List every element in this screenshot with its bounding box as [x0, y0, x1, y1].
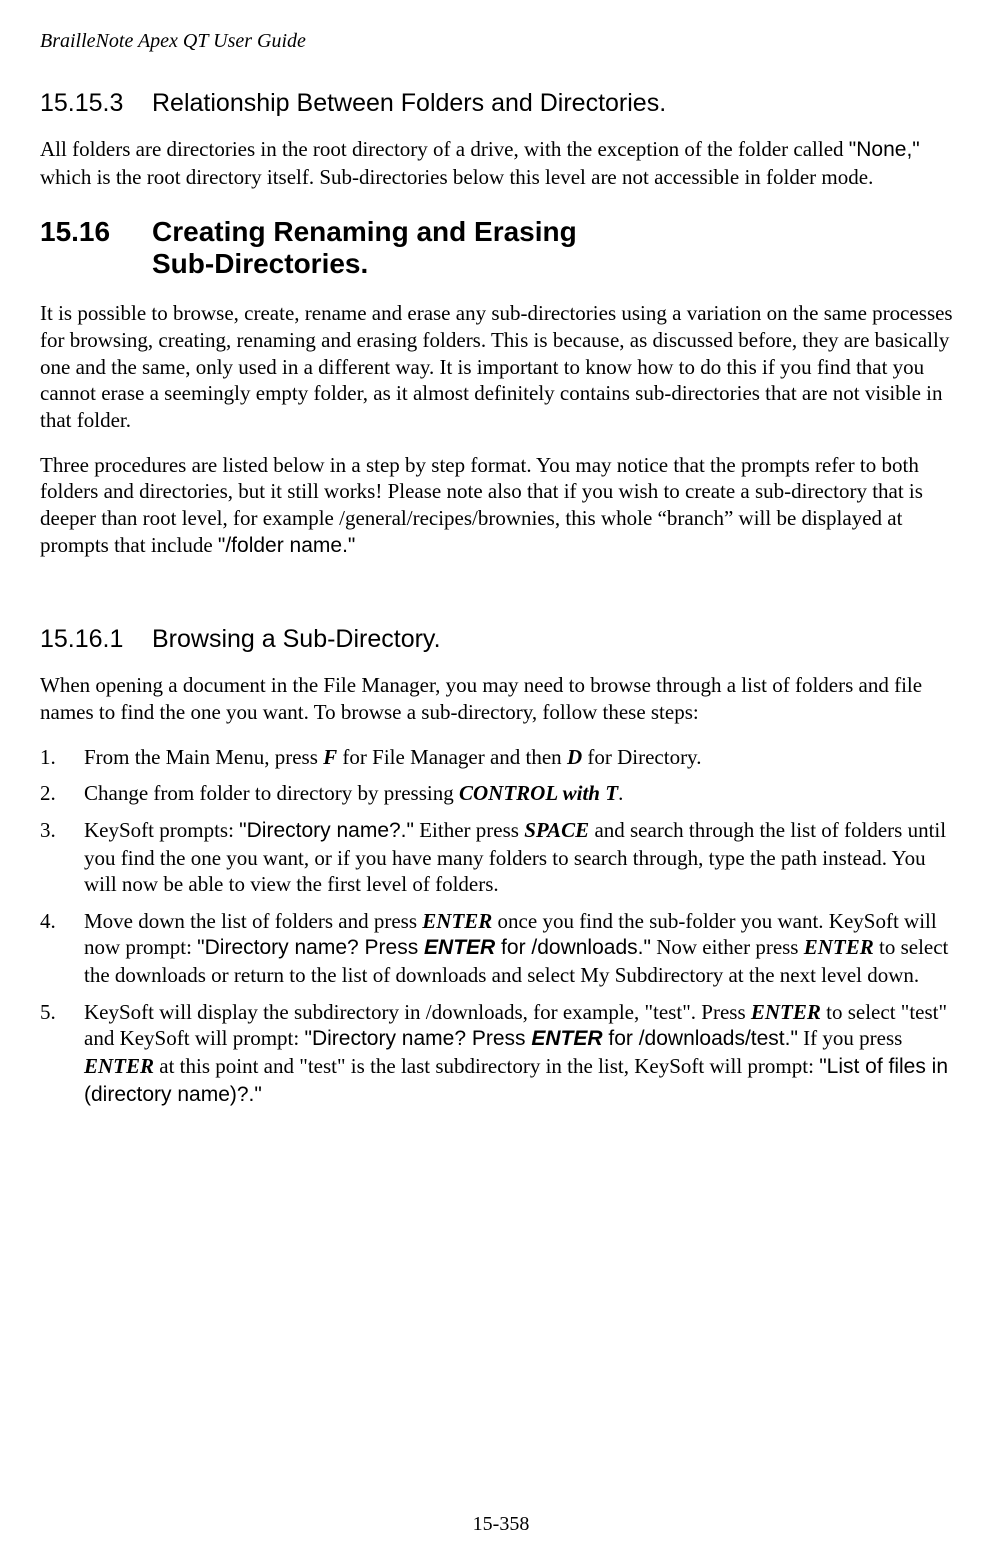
text-run: Three procedures are listed below in a s… [40, 453, 923, 557]
step-number: 5. [40, 999, 56, 1026]
text-run: for Directory. [582, 745, 701, 769]
key-command: F [323, 745, 337, 769]
key-command: ENTER [804, 935, 874, 959]
list-item: 2. Change from folder to directory by pr… [40, 780, 962, 807]
step-number: 4. [40, 908, 56, 935]
text-run: Move down the list of folders and press [84, 909, 422, 933]
page-header-title: BrailleNote Apex QT User Guide [40, 30, 962, 53]
step-number: 3. [40, 817, 56, 844]
text-run: at this point and "test" is the last sub… [154, 1054, 819, 1078]
paragraph: It is possible to browse, create, rename… [40, 300, 962, 433]
steps-list: 1. From the Main Menu, press F for File … [40, 744, 962, 1109]
heading-15-15-3: 15.15.3 Relationship Between Folders and… [40, 89, 962, 118]
key-command: ENTER [531, 1027, 602, 1050]
heading-15-16-1: 15.16.1 Browsing a Sub-Directory. [40, 625, 962, 654]
text-run: "Directory name? Press [304, 1027, 531, 1050]
text-run: for /downloads." [495, 936, 651, 959]
text-run: for /downloads/test." [603, 1027, 798, 1050]
text-run: Either press [414, 818, 524, 842]
heading-title-line: Creating Renaming and Erasing [152, 216, 577, 247]
text-run: If you press [798, 1026, 902, 1050]
paragraph: Three procedures are listed below in a s… [40, 452, 962, 560]
text-run: "Directory name? Press [197, 936, 424, 959]
prompt-text: "None," [849, 138, 920, 161]
text-run: . [618, 781, 623, 805]
heading-title: Relationship Between Folders and Directo… [152, 89, 666, 118]
key-command: SPACE [524, 818, 589, 842]
text-run: KeySoft prompts: [84, 818, 239, 842]
heading-number: 15.16 [40, 216, 152, 248]
key-command: ENTER [422, 909, 492, 933]
text-run: From the Main Menu, press [84, 745, 323, 769]
prompt-text: "Directory name?." [239, 819, 414, 842]
key-command: ENTER [751, 1000, 821, 1024]
text-run: All folders are directories in the root … [40, 137, 849, 161]
text-run: KeySoft will display the subdirectory in… [84, 1000, 751, 1024]
key-command: ENTER [84, 1054, 154, 1078]
list-item: 1. From the Main Menu, press F for File … [40, 744, 962, 771]
list-item: 5. KeySoft will display the subdirectory… [40, 999, 962, 1109]
document-page: BrailleNote Apex QT User Guide 15.15.3 R… [0, 0, 1002, 1566]
list-item: 3. KeySoft prompts: "Directory name?." E… [40, 817, 962, 898]
paragraph: When opening a document in the File Mana… [40, 672, 962, 725]
prompt-text: "Directory name? Press ENTER for /downlo… [197, 936, 651, 959]
paragraph: All folders are directories in the root … [40, 136, 962, 190]
heading-15-16: 15.16 Creating Renaming and Erasing Sub-… [40, 216, 962, 280]
heading-title: Creating Renaming and Erasing Sub-Direct… [152, 216, 577, 280]
heading-number: 15.15.3 [40, 89, 152, 118]
text-run: Now either press [651, 935, 804, 959]
list-item: 4. Move down the list of folders and pre… [40, 908, 962, 989]
prompt-text: "Directory name? Press ENTER for /downlo… [304, 1027, 797, 1050]
step-number: 2. [40, 780, 56, 807]
spacer [40, 577, 962, 625]
text-run: Change from folder to directory by press… [84, 781, 459, 805]
text-run: for File Manager and then [337, 745, 567, 769]
prompt-text: "/folder name." [218, 534, 355, 557]
heading-number: 15.16.1 [40, 625, 152, 654]
page-number: 15-358 [0, 1513, 1002, 1536]
key-command: CONTROL with T [459, 781, 618, 805]
key-command: D [567, 745, 582, 769]
heading-title-line: Sub-Directories. [152, 248, 368, 279]
text-run: which is the root directory itself. Sub-… [40, 165, 873, 189]
heading-title: Browsing a Sub-Directory. [152, 625, 441, 654]
key-command: ENTER [424, 936, 495, 959]
step-number: 1. [40, 744, 56, 771]
